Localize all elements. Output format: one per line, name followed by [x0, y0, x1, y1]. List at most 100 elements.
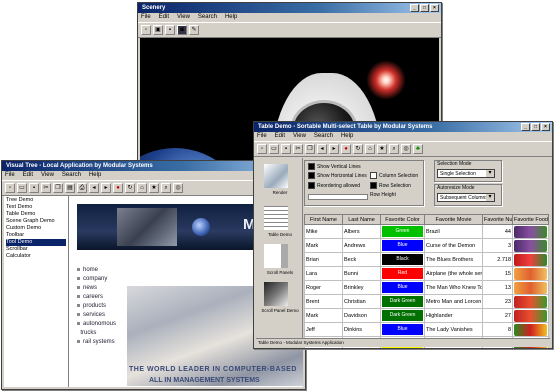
menu-edit[interactable]: Edit: [23, 171, 33, 180]
cell-favorite-color[interactable]: Blue: [380, 280, 425, 295]
cell-last-name[interactable]: Christian: [342, 294, 381, 309]
menu-help[interactable]: Help: [89, 171, 101, 180]
cell-favorite-number[interactable]: 3: [482, 238, 513, 253]
cell-favorite-color[interactable]: Black: [380, 252, 425, 267]
cell-first-name[interactable]: Jeff: [304, 322, 343, 337]
nav-link-news[interactable]: news: [77, 284, 116, 293]
tree-item-selected[interactable]: Tool Demo: [6, 239, 66, 246]
cell-favorite-number[interactable]: 23: [482, 294, 513, 309]
table-row[interactable]: Mark Davidson Dark Green Highlander 27: [304, 308, 549, 323]
forward-icon[interactable]: ▸: [329, 144, 339, 154]
open-icon[interactable]: ▭: [269, 144, 279, 154]
render-icon[interactable]: [264, 164, 288, 188]
refresh-icon[interactable]: ↻: [125, 183, 135, 193]
cell-last-name[interactable]: Dinkins: [342, 322, 381, 337]
nav-link-home[interactable]: home: [77, 266, 116, 275]
cell-favorite-food[interactable]: [512, 280, 549, 295]
cell-first-name[interactable]: Brent: [304, 294, 343, 309]
cell-favorite-number[interactable]: 13: [482, 280, 513, 295]
cell-favorite-food[interactable]: [512, 322, 549, 337]
menu-view[interactable]: View: [41, 171, 54, 180]
image-icon[interactable]: ▣: [153, 25, 163, 35]
cell-first-name[interactable]: Mark: [304, 238, 343, 253]
maximize-icon[interactable]: □: [420, 4, 429, 12]
table-titlebar[interactable]: Table Demo - Sortable Multi-select Table…: [254, 122, 552, 132]
save-icon[interactable]: ▪: [165, 25, 175, 35]
paste-icon[interactable]: ▤: [65, 183, 75, 193]
save-icon[interactable]: ▪: [281, 144, 291, 154]
minimize-icon[interactable]: _: [410, 4, 419, 12]
menu-help[interactable]: Help: [341, 132, 353, 141]
menu-help[interactable]: Help: [225, 13, 237, 22]
cell-favorite-number[interactable]: 2.718: [482, 252, 513, 267]
cell-last-name[interactable]: Albers: [342, 224, 381, 239]
new-icon[interactable]: ▫: [257, 144, 267, 154]
tree-item[interactable]: Scene Graph Demo: [6, 218, 66, 225]
close-icon[interactable]: ×: [430, 4, 439, 12]
minimize-icon[interactable]: _: [521, 123, 530, 131]
tree-item[interactable]: Scrollbar: [6, 246, 66, 253]
cell-favorite-food[interactable]: [512, 252, 549, 267]
cell-favorite-color[interactable]: Red: [380, 266, 425, 281]
cell-first-name[interactable]: Brian: [304, 252, 343, 267]
new-icon[interactable]: ▫: [141, 25, 151, 35]
show-horizontal-lines-checkbox[interactable]: Show Horizontal Lines: [308, 172, 367, 179]
column-header[interactable]: Favorite Number: [482, 214, 513, 225]
cut-icon[interactable]: ✂: [41, 183, 51, 193]
scroll-panels-icon[interactable]: [264, 244, 288, 268]
table-demo-icon[interactable]: [264, 206, 288, 230]
binoculars-icon[interactable]: ◎: [401, 144, 411, 154]
autoresize-mode-dropdown[interactable]: Subsequent Columns: [437, 193, 495, 202]
leaf-icon[interactable]: ♣: [413, 144, 423, 154]
cell-first-name[interactable]: Roger: [304, 280, 343, 295]
scroll-panel-demo-icon[interactable]: [264, 282, 288, 306]
table-row[interactable]: Jeff Dinkins Blue The Lady Vanishes 8: [304, 322, 549, 337]
menu-view[interactable]: View: [177, 13, 190, 22]
nav-link-rail[interactable]: rail systems: [77, 338, 116, 347]
tree-item[interactable]: Toolbar: [6, 232, 66, 239]
cell-last-name[interactable]: Davidson: [342, 308, 381, 323]
cell-favorite-number[interactable]: 15: [482, 266, 513, 281]
table-row[interactable]: Mike Albers Green Brazil 44: [304, 224, 549, 239]
copy-icon[interactable]: ❐: [305, 144, 315, 154]
cell-last-name[interactable]: Beck: [342, 252, 381, 267]
back-icon[interactable]: ◂: [89, 183, 99, 193]
cell-favorite-movie[interactable]: Brazil: [424, 224, 483, 239]
new-icon[interactable]: ▫: [5, 183, 15, 193]
search-icon[interactable]: ⌕: [389, 144, 399, 154]
tree-item[interactable]: Calculator: [6, 253, 66, 260]
cell-last-name[interactable]: Bunni: [342, 266, 381, 281]
column-selection-checkbox[interactable]: Column Selection: [370, 172, 418, 179]
bookmark-icon[interactable]: ★: [149, 183, 159, 193]
cell-favorite-color[interactable]: Blue: [380, 322, 425, 337]
tree-item[interactable]: Text Demo: [6, 204, 66, 211]
maximize-icon[interactable]: □: [531, 123, 540, 131]
nav-link-products[interactable]: products: [77, 302, 116, 311]
reordering-allowed-checkbox[interactable]: Reordering allowed: [308, 182, 360, 189]
table-row[interactable]: Roger Brinkley BlueThe Man Who Knew Too Mu…: [304, 280, 549, 295]
nav-link-trucks[interactable]: trucks: [77, 329, 116, 338]
nav-link-company[interactable]: company: [77, 275, 116, 284]
stop-icon[interactable]: ●: [113, 183, 123, 193]
home-icon[interactable]: ⌂: [137, 183, 147, 193]
cell-favorite-movie[interactable]: Airplane (the whole series): [424, 266, 483, 281]
menu-search[interactable]: Search: [198, 13, 217, 22]
cell-favorite-color[interactable]: Green: [380, 224, 425, 239]
save-icon[interactable]: ▪: [29, 183, 39, 193]
forward-icon[interactable]: ▸: [101, 183, 111, 193]
cell-favorite-food[interactable]: [512, 266, 549, 281]
nav-link-careers[interactable]: careers: [77, 293, 116, 302]
cell-favorite-food[interactable]: [512, 238, 549, 253]
table-row[interactable]: Brent Christian Dark Green Metro Man and Lo…: [304, 294, 549, 309]
viewer-titlebar[interactable]: Scenery _ □ ×: [138, 3, 441, 13]
cell-favorite-food[interactable]: [512, 224, 549, 239]
table-row[interactable]: Mark Andrews Blue Curse of the Demon 3: [304, 238, 549, 253]
photo-icon[interactable]: ◙: [177, 25, 187, 35]
menu-view[interactable]: View: [293, 132, 306, 141]
cell-favorite-number[interactable]: 44: [482, 224, 513, 239]
close-icon[interactable]: ×: [541, 123, 550, 131]
cell-favorite-movie[interactable]: Curse of the Demon: [424, 238, 483, 253]
cell-last-name[interactable]: Andrews: [342, 238, 381, 253]
menu-search[interactable]: Search: [62, 171, 81, 180]
menu-file[interactable]: File: [257, 132, 267, 141]
